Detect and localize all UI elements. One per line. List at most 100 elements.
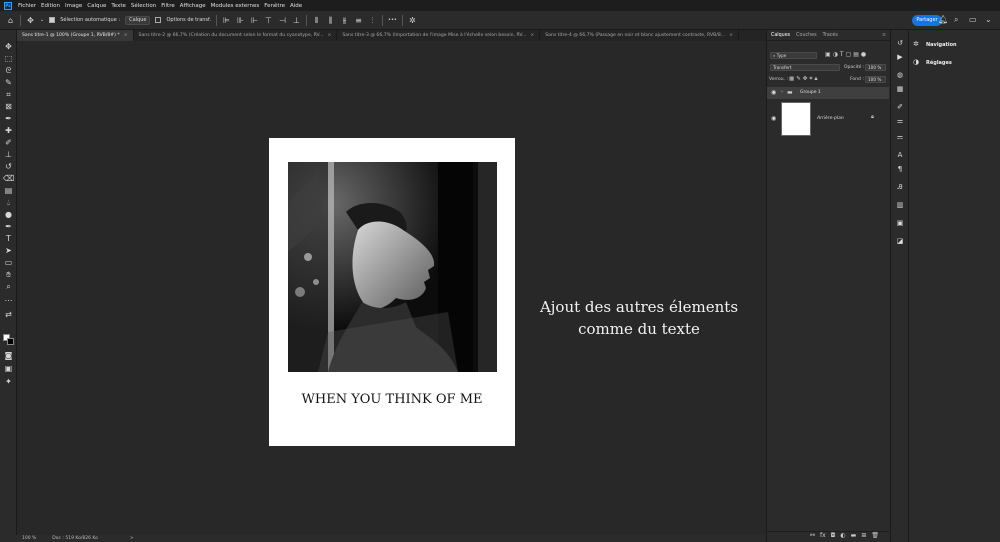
fill-input[interactable]: 100 % (865, 76, 886, 83)
brush-icon[interactable]: ✐ (3, 137, 14, 148)
new-group-icon[interactable]: ▬ (851, 532, 857, 540)
navigation-icon[interactable]: ✲ (913, 40, 919, 48)
home-icon[interactable]: ⌂ (6, 16, 15, 25)
align-right-icon[interactable]: ⊩ (250, 16, 259, 25)
filter-icons[interactable]: ▣◑T▢▤● (825, 51, 868, 58)
align-center-icon[interactable]: ⊪ (236, 16, 245, 25)
libraries-icon[interactable]: ▥ (895, 200, 905, 210)
canvas-annotation-text[interactable]: Ajout des autres élements comme du texte (520, 296, 758, 340)
stamp-icon[interactable]: ⊥ (3, 149, 14, 160)
auto-select-dropdown[interactable]: Calque (125, 15, 151, 25)
align-bottom-icon[interactable]: ⊥ (292, 16, 301, 25)
layer-row-arriere-plan[interactable]: ◉ Arrière-plan 🔒︎ (767, 100, 889, 138)
eyedropper-icon[interactable]: ✒ (3, 113, 14, 124)
align-left-icon[interactable]: ⊫ (222, 16, 231, 25)
distribute-right-icon[interactable]: ⫵ (340, 16, 349, 25)
menu-fenetre[interactable]: Fenêtre (264, 3, 285, 9)
chevron-right-icon[interactable]: › (781, 89, 783, 95)
gradient-icon[interactable]: ▤ (3, 185, 14, 196)
history-brush-icon[interactable]: ↺ (3, 161, 14, 172)
status-arrow-icon[interactable]: > (130, 536, 134, 541)
character-icon[interactable]: A (895, 150, 905, 160)
tab-document-2[interactable]: Sans titre-2 @ 66,7% (Création du docume… (134, 30, 338, 41)
menu-edition[interactable]: Edition (41, 3, 60, 9)
distribute-spacing-icon[interactable]: ≡ (354, 16, 363, 25)
panel-menu-icon[interactable]: ≡ (882, 33, 886, 38)
tab-couches[interactable]: Couches (796, 33, 816, 38)
poster-title-text[interactable]: WHEN YOU THINK OF ME (269, 392, 515, 407)
workspace-chevron-icon[interactable]: ⌄ (985, 15, 992, 24)
tab-document-1[interactable]: Sans titre-1 @ 100% (Groupe 1, RVB/8#) *… (17, 30, 134, 41)
menu-filtre[interactable]: Filtre (161, 3, 175, 9)
align-top-icon[interactable]: ⊤ (264, 16, 273, 25)
screen-mode-icon[interactable]: ▣ (3, 363, 14, 374)
brushes-icon[interactable]: ✐ (895, 102, 905, 112)
portrait-photo[interactable] (288, 162, 497, 372)
layer-filter-select[interactable]: ⌕ Type (770, 52, 817, 59)
eraser-icon[interactable]: ⌫ (3, 173, 14, 184)
distribute-center-icon[interactable]: ⫼ (326, 16, 335, 25)
move-tool-icon[interactable]: ✥ (26, 16, 35, 25)
adjustment-layer-icon[interactable]: ◐ (840, 532, 845, 540)
swap-colors-icon[interactable]: ⇄ (3, 309, 14, 320)
add-mask-icon[interactable]: ◘ (831, 532, 836, 540)
path-select-icon[interactable]: ➤ (3, 245, 14, 256)
lock-icons[interactable]: ▦✎✥⌗🔒︎ (789, 76, 819, 83)
tab-traces[interactable]: Tracés (823, 33, 838, 38)
type-icon[interactable]: T (3, 233, 14, 244)
menu-texte[interactable]: Texte (111, 3, 126, 9)
glyphs-icon[interactable]: Ꭿ (895, 182, 905, 192)
auto-select-checkbox[interactable] (49, 17, 56, 23)
menu-fichier[interactable]: Fichier (18, 3, 36, 9)
move-icon[interactable]: ✥ (3, 41, 14, 52)
hand-icon[interactable]: ✋︎ (3, 269, 14, 280)
paths-icon[interactable]: ◪ (895, 236, 905, 246)
link-layers-icon[interactable]: ⚯ (810, 532, 815, 540)
background-color-swatch[interactable] (7, 338, 14, 345)
healing-icon[interactable]: ✚ (3, 125, 14, 136)
actions-play-icon[interactable]: ▶ (895, 52, 905, 62)
close-icon[interactable]: × (729, 33, 733, 38)
crop-icon[interactable]: ⌗ (3, 89, 14, 100)
menu-calque[interactable]: Calque (87, 3, 106, 9)
history-icon[interactable]: ↺ (895, 38, 905, 48)
more-tools-icon[interactable]: ⋯ (3, 295, 14, 306)
reglages-label[interactable]: Réglages (926, 60, 952, 66)
quick-select-icon[interactable]: ✎ (3, 77, 14, 88)
menu-aide[interactable]: Aide (290, 3, 302, 9)
eye-icon[interactable]: ◉ (771, 89, 776, 96)
lasso-icon[interactable]: ᘓ (3, 65, 14, 76)
delete-layer-icon[interactable]: 🗑︎ (871, 532, 879, 540)
settings-gear-icon[interactable]: ✲ (408, 16, 417, 25)
close-icon[interactable]: × (124, 33, 128, 38)
menu-selection[interactable]: Sélection (131, 3, 156, 9)
tab-calques[interactable]: Calques (771, 33, 790, 38)
quick-mask-icon[interactable]: ◙ (3, 350, 14, 361)
zoom-level[interactable]: 100 % (22, 536, 36, 541)
blur-icon[interactable]: 💧︎ (3, 197, 14, 208)
workspace-icon[interactable]: ▭ (969, 15, 977, 24)
transform-options-checkbox[interactable] (155, 17, 162, 23)
pen-icon[interactable]: ✒ (3, 221, 14, 232)
new-layer-icon[interactable]: ⊞ (861, 532, 866, 540)
notifications-bell-icon[interactable]: 🔔︎ (938, 15, 948, 24)
adjustments-icon[interactable]: ⚌ (895, 116, 905, 126)
styles-icon[interactable]: ▣ (895, 218, 905, 228)
frame-icon[interactable]: ⊠ (3, 101, 14, 112)
tab-document-3[interactable]: Sans titre-3 @ 66,7% (Importation de l'i… (337, 30, 541, 41)
menu-modules-externes[interactable]: Modules externes (211, 3, 260, 9)
menu-affichage[interactable]: Affichage (180, 3, 206, 9)
color-icon[interactable]: ◍ (895, 70, 905, 80)
more-options-icon[interactable]: ••• (388, 17, 397, 23)
close-icon[interactable]: × (530, 33, 534, 38)
eye-icon[interactable]: ◉ (771, 115, 776, 122)
align-middle-icon[interactable]: ⊣ (278, 16, 287, 25)
blend-mode-select[interactable]: Transfert (770, 64, 840, 71)
layer-style-icon[interactable]: fx (820, 532, 826, 540)
tab-document-4[interactable]: Sans titre-4 @ 66,7% (Passage en noir et… (540, 30, 739, 41)
navigation-label[interactable]: Navigation (926, 42, 957, 48)
zoom-icon[interactable]: ⌕ (3, 281, 14, 292)
layer-row-groupe-1[interactable]: ◉ › ▬ Groupe 1 (767, 87, 889, 99)
dodge-icon[interactable]: ● (3, 209, 14, 220)
menu-image[interactable]: Image (65, 3, 82, 9)
